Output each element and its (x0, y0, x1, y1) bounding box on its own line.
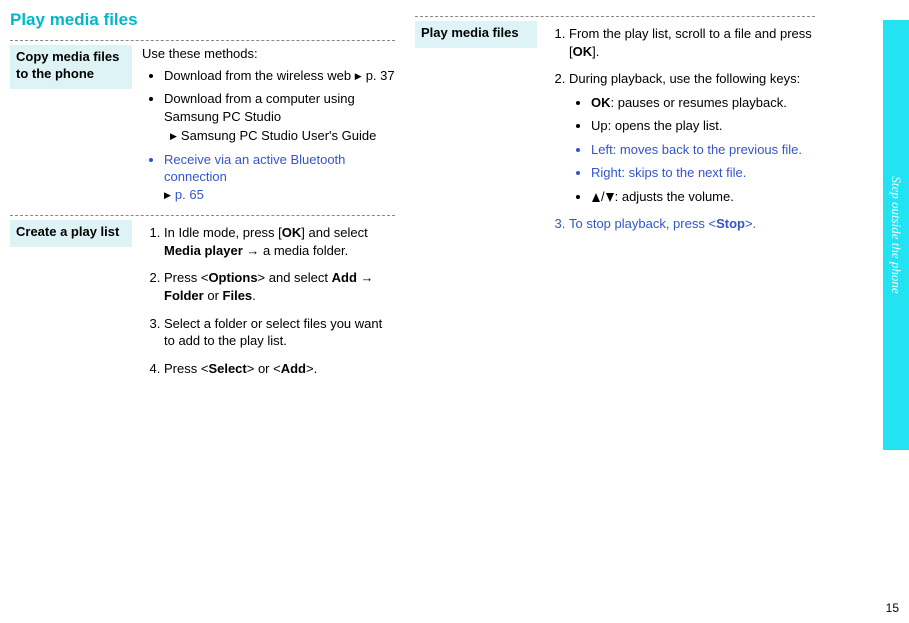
method-download-web: Download from the wireless web p. 37 (164, 67, 395, 85)
section-label-copy-media: Copy media files to the phone (10, 45, 132, 89)
step-1: In Idle mode, press [OK] and select Medi… (164, 224, 395, 259)
step-4: Press <Select> or <Add>. (164, 360, 395, 378)
side-tab: Step outside the phone (883, 20, 909, 450)
section-body-copy-media: Use these methods: Download from the wir… (132, 45, 395, 209)
divider (10, 40, 395, 41)
volume-up-icon (591, 189, 601, 204)
divider (415, 16, 815, 17)
method-bluetooth-link[interactable]: Receive via an active Bluetooth connecti… (164, 151, 395, 204)
key-ok: OK: pauses or resumes playback. (591, 94, 815, 112)
step-3: Select a folder or select files you want… (164, 315, 395, 350)
ref-icon (170, 128, 181, 143)
section-label-create-playlist: Create a play list (10, 220, 132, 247)
volume-down-icon (605, 189, 615, 204)
page-title: Play media files (10, 10, 395, 30)
section-body-play-media: From the play list, scroll to a file and… (537, 21, 815, 239)
divider (10, 215, 395, 216)
play-step-3-link[interactable]: To stop playback, press <Stop>. (569, 215, 815, 233)
page-ref-icon (355, 68, 366, 83)
section-label-play-media: Play media files (415, 21, 537, 48)
key-up: Up: opens the play list. (591, 117, 815, 135)
side-tab-label: Step outside the phone (888, 176, 904, 293)
methods-intro: Use these methods: (142, 45, 395, 63)
play-step-1: From the play list, scroll to a file and… (569, 25, 815, 60)
method-download-pc: Download from a computer using Samsung P… (164, 90, 395, 145)
step-2: Press <Options> and select Add → Folder … (164, 269, 395, 304)
key-right-link[interactable]: Right: skips to the next file. (591, 164, 815, 182)
page-number: 15 (886, 601, 899, 615)
section-body-create-playlist: In Idle mode, press [OK] and select Medi… (132, 220, 395, 383)
key-left-link[interactable]: Left: moves back to the previous file. (591, 141, 815, 159)
play-step-2: During playback, use the following keys:… (569, 70, 815, 205)
key-volume: /: adjusts the volume. (591, 188, 815, 206)
page-ref-icon (164, 187, 175, 202)
